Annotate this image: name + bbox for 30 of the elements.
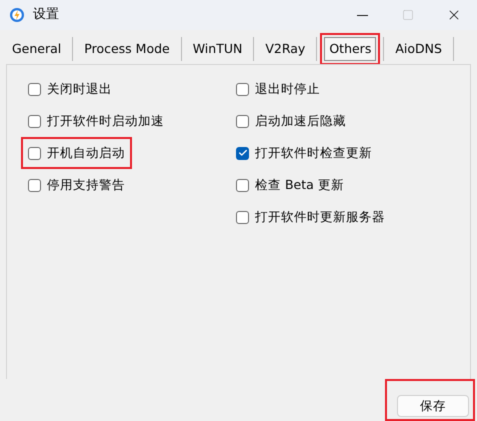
option-label: 打开软件时启动加速 bbox=[47, 112, 164, 130]
checkbox[interactable] bbox=[236, 114, 249, 128]
option-label: 检查 Beta 更新 bbox=[255, 176, 344, 194]
checkbox[interactable] bbox=[28, 178, 41, 192]
checkbox[interactable] bbox=[28, 114, 41, 128]
option-label: 打开软件时更新服务器 bbox=[255, 208, 385, 226]
checkbox[interactable] bbox=[28, 82, 41, 96]
checkbox[interactable] bbox=[236, 178, 249, 192]
checkbox[interactable] bbox=[236, 210, 249, 224]
save-button[interactable]: 保存 bbox=[397, 395, 469, 417]
tab[interactable]: AioDNS bbox=[391, 37, 446, 61]
option-label: 打开软件时检查更新 bbox=[255, 144, 372, 162]
tab[interactable]: Process Mode bbox=[80, 37, 174, 61]
option-label: 启动加速后隐藏 bbox=[255, 112, 346, 130]
app-logo-icon bbox=[9, 7, 25, 23]
tab[interactable]: WinTUN bbox=[188, 37, 246, 61]
tab[interactable]: General bbox=[8, 37, 66, 61]
checkbox[interactable] bbox=[236, 82, 249, 96]
window-title: 设置 bbox=[33, 6, 59, 24]
checkbox[interactable] bbox=[236, 146, 249, 160]
tab[interactable]: V2Ray bbox=[261, 37, 310, 61]
check-icon bbox=[238, 148, 248, 158]
option-label: 开机自动启动 bbox=[47, 144, 125, 162]
tab[interactable]: Others bbox=[324, 37, 376, 61]
checkbox[interactable] bbox=[28, 146, 41, 160]
option-label: 停用支持警告 bbox=[47, 176, 125, 194]
option-label: 退出时停止 bbox=[255, 80, 320, 98]
option-label: 关闭时退出 bbox=[47, 80, 112, 98]
minimize-icon bbox=[356, 14, 368, 16]
maximize-icon bbox=[402, 9, 414, 21]
